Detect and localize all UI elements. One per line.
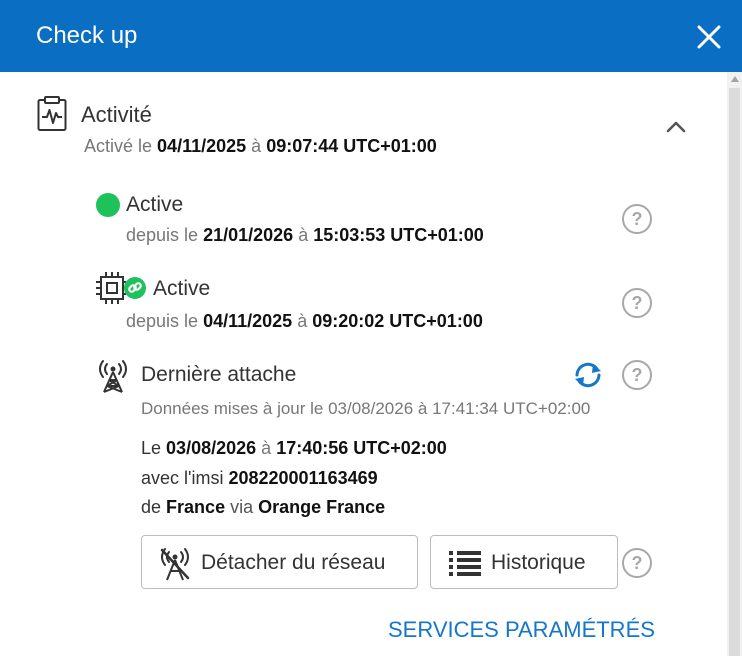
- attach-updated: Données mises à jour le 03/08/2026 à 17:…: [141, 399, 591, 418]
- list-icon: [449, 551, 481, 576]
- refresh-icon: [575, 362, 601, 388]
- activation-info: Activé le 04/11/2025 à 09:07:44 UTC+01:0…: [84, 136, 437, 156]
- chip-link-icon: [96, 272, 146, 304]
- attach-title: Dernière attache: [141, 363, 297, 386]
- scroll-up-arrow[interactable]: [731, 76, 739, 82]
- detach-network-button[interactable]: Détacher du réseau: [141, 535, 418, 589]
- antenna-off-icon: [160, 548, 190, 581]
- chevron-up-icon: [666, 121, 686, 133]
- help-icon[interactable]: ?: [622, 204, 652, 234]
- device-since: depuis le 04/11/2025 à 09:20:02 UTC+01:0…: [126, 311, 483, 331]
- dialog-title: Check up: [36, 22, 138, 49]
- status-dot-icon: [96, 193, 120, 217]
- detach-button-label: Détacher du réseau: [201, 551, 386, 574]
- clipboard-activity-icon: [37, 96, 67, 131]
- close-button[interactable]: [694, 22, 724, 52]
- antenna-icon: [99, 360, 127, 393]
- status-since: depuis le 21/01/2026 à 15:03:53 UTC+01:0…: [126, 225, 484, 245]
- refresh-button[interactable]: [571, 360, 605, 390]
- attach-date-line: Le 03/08/2026 à 17:40:56 UTC+02:00: [141, 438, 447, 458]
- activity-title: Activité: [81, 102, 152, 127]
- configured-services-link[interactable]: SERVICES PARAMÉTRÉS: [388, 617, 655, 643]
- history-button-label: Historique: [491, 551, 586, 574]
- help-icon[interactable]: ?: [622, 288, 652, 318]
- help-icon[interactable]: ?: [622, 360, 652, 390]
- attach-imsi-line: avec l'imsi 208220001163469: [141, 468, 378, 488]
- attach-operator-line: de France via Orange France: [141, 497, 386, 517]
- collapse-button[interactable]: [664, 116, 688, 136]
- close-icon: [697, 25, 721, 49]
- history-button[interactable]: Historique: [430, 535, 618, 589]
- dialog-header: Check up: [0, 0, 742, 72]
- help-icon[interactable]: ?: [622, 548, 652, 578]
- status-label: Active: [126, 193, 184, 216]
- scrollbar-thumb[interactable]: [729, 88, 740, 656]
- device-status-label: Active: [153, 277, 211, 300]
